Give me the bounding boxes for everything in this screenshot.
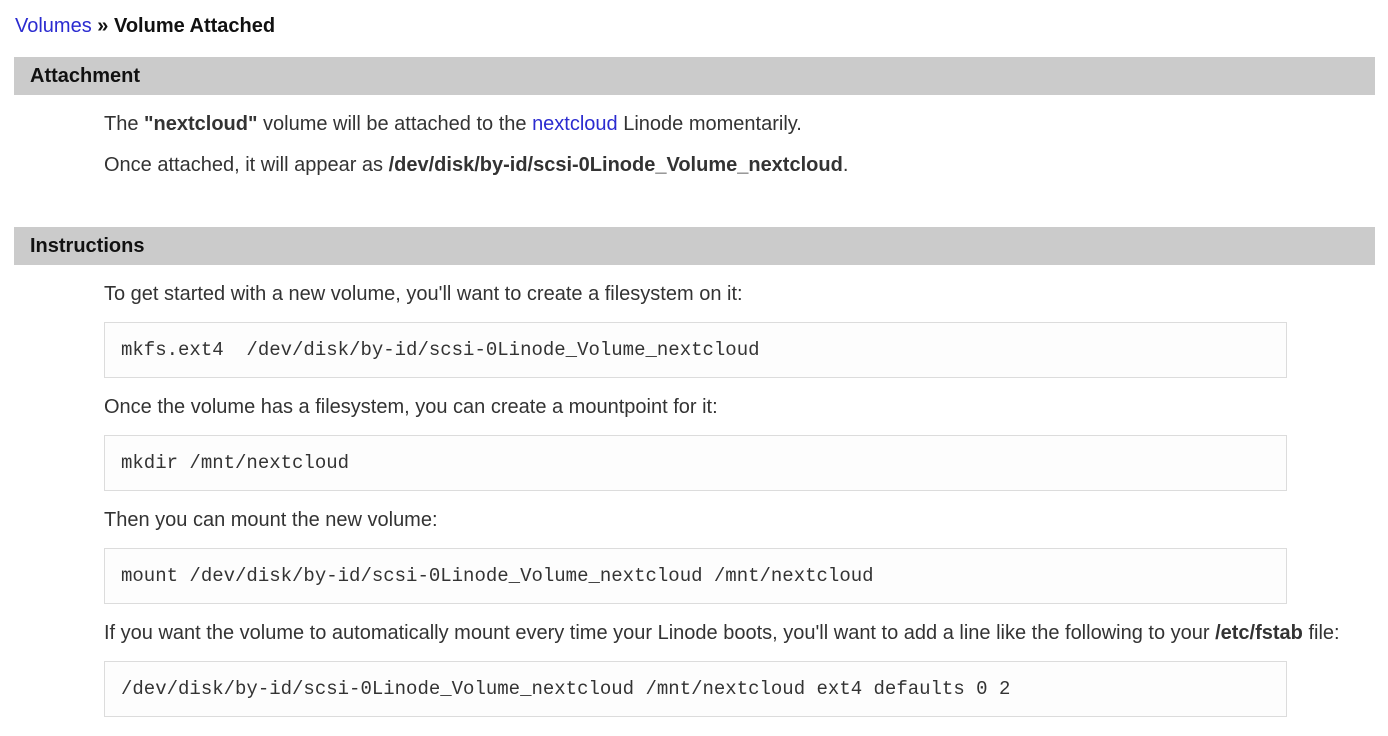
breadcrumb-separator: » [97,15,108,37]
code-block-mkdir: mkdir /mnt/nextcloud [104,435,1287,491]
fstab-path: /etc/fstab [1215,622,1303,644]
instruction-step-text: If you want the volume to automatically … [104,622,1388,645]
status-text-mid: volume will be attached to the [257,113,532,135]
attachment-section-header: Attachment [14,57,1375,95]
instructions-section-header: Instructions [14,227,1375,265]
instructions-section-body: To get started with a new volume, you'll… [104,283,1388,717]
breadcrumb: Volumes » Volume Attached [15,13,1388,39]
linode-link[interactable]: nextcloud [532,113,618,135]
status-text-pre: The [104,113,144,135]
status-text-post: Linode momentarily. [618,113,802,135]
device-text-pre: Once attached, it will appear as [104,154,389,176]
device-path: /dev/disk/by-id/scsi-0Linode_Volume_next… [389,154,843,176]
attachment-section-body: The "nextcloud" volume will be attached … [104,113,1388,177]
instruction-step-text: Then you can mount the new volume: [104,509,1388,532]
attachment-section: Attachment The "nextcloud" volume will b… [0,57,1388,177]
instruction-step-text: To get started with a new volume, you'll… [104,283,1388,306]
volume-attached-page: Volumes » Volume Attached Attachment The… [0,0,1388,717]
fstab-text-post: file: [1303,622,1340,644]
fstab-text-pre: If you want the volume to automatically … [104,622,1215,644]
code-block-fstab: /dev/disk/by-id/scsi-0Linode_Volume_next… [104,661,1287,717]
device-text-post: . [843,154,849,176]
attachment-device-text: Once attached, it will appear as /dev/di… [104,154,1388,177]
volume-name: "nextcloud" [144,113,257,135]
breadcrumb-volumes-link[interactable]: Volumes [15,15,92,37]
code-block-mount: mount /dev/disk/by-id/scsi-0Linode_Volum… [104,548,1287,604]
instructions-section: Instructions To get started with a new v… [0,227,1388,717]
page-title: Volume Attached [114,15,275,37]
attachment-status-text: The "nextcloud" volume will be attached … [104,113,1388,136]
instruction-step-text: Once the volume has a filesystem, you ca… [104,396,1388,419]
code-block-mkfs: mkfs.ext4 /dev/disk/by-id/scsi-0Linode_V… [104,322,1287,378]
